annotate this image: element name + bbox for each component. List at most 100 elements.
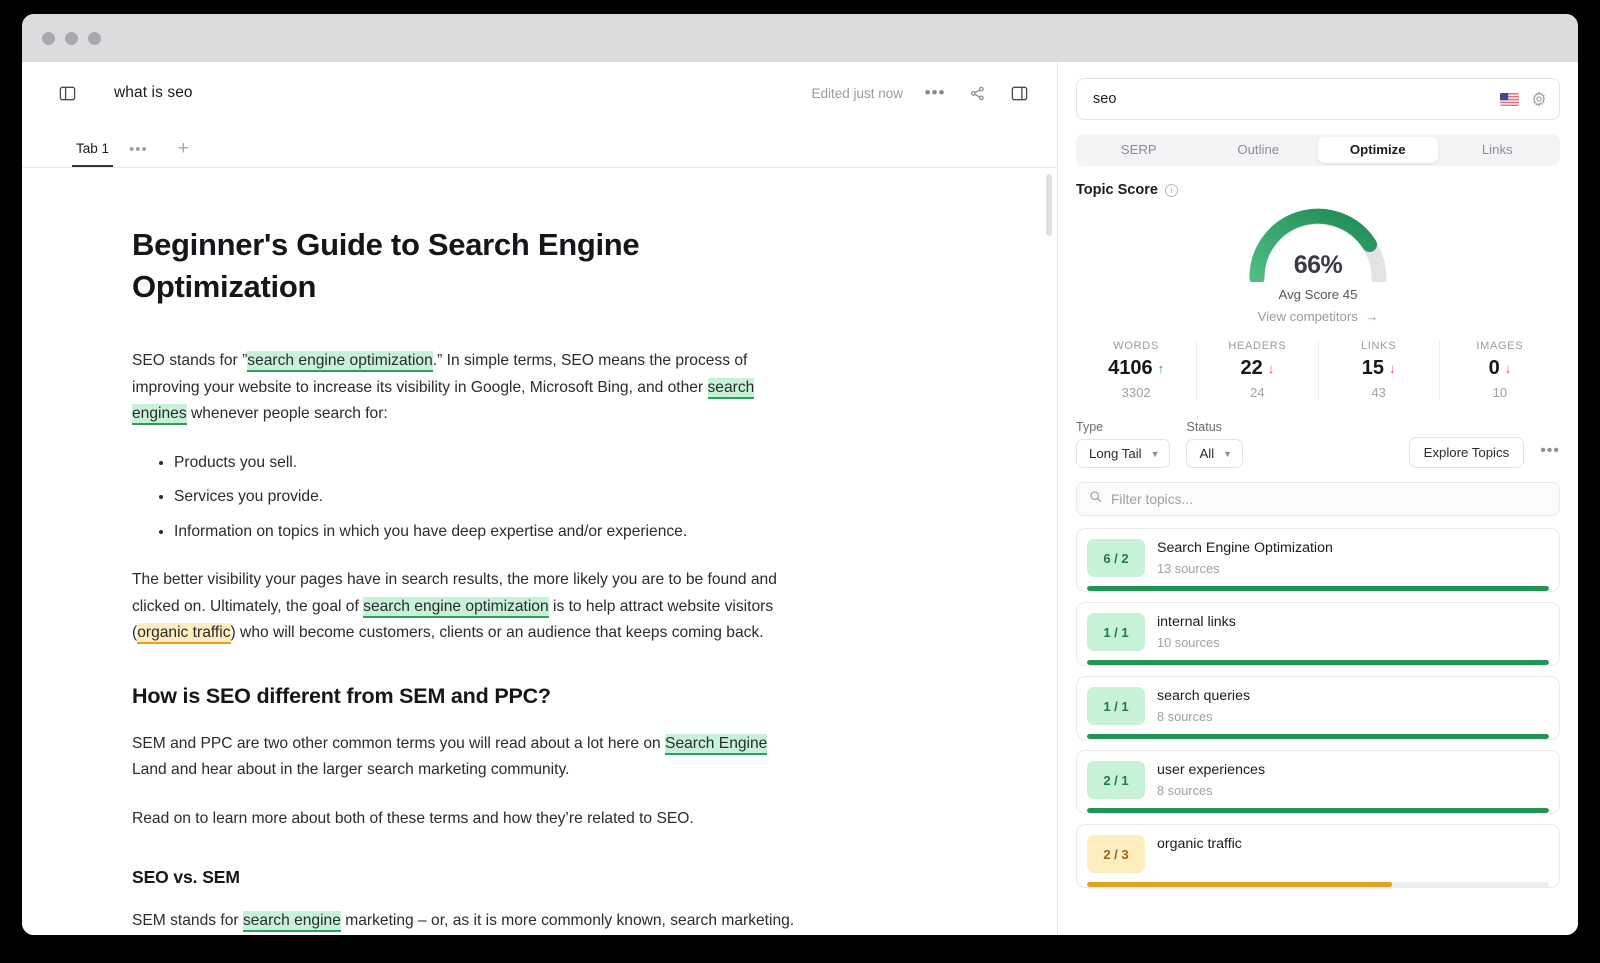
topic-progress-fill [1087,586,1549,591]
gear-icon[interactable] [1531,91,1547,107]
topic-usage-badge: 2 / 1 [1087,761,1145,799]
share-icon[interactable] [967,83,987,103]
window-close-button[interactable] [42,32,55,45]
topic-progress-track [1087,660,1549,665]
topics-more-icon[interactable]: ••• [1540,442,1560,468]
topic-row[interactable]: 2 / 3 organic traffic [1076,824,1560,888]
status-filter-group: Status All ▼ [1186,420,1243,468]
highlight-search-engine-2[interactable]: search engine [243,911,341,932]
topic-row-top: 2 / 3 organic traffic [1087,835,1549,873]
view-competitors-label: View competitors [1258,309,1358,324]
list-item: Services you provide. [174,484,802,511]
list-item: Information on topics in which you have … [174,519,802,546]
metric-label: IMAGES [1444,340,1556,352]
tab-more-icon[interactable]: ••• [113,145,158,167]
document-paragraph-2: The better visibility your pages have in… [132,567,802,647]
topic-progress-fill [1087,808,1549,813]
type-filter-group: Type Long Tail ▼ [1076,420,1170,468]
topic-usage-badge: 1 / 1 [1087,687,1145,725]
metric-label: HEADERS [1201,340,1313,352]
keyword-search-bar[interactable]: seo [1076,78,1560,120]
arrow-down-icon: ↓ [1389,361,1396,376]
document-scroll-area: Beginner's Guide to Search Engine Optimi… [22,168,1057,935]
content-metrics: WORDS 4106 ↑ 3302 HEADERS 22 ↓ 24 [1076,340,1560,400]
arrow-right-icon: → [1361,309,1378,324]
p2-text-c: ) who will become customers, clients or … [231,624,764,641]
metric-words: WORDS 4106 ↑ 3302 [1076,340,1197,400]
edited-status: Edited just now [811,86,903,101]
type-filter-value: Long Tail [1089,446,1142,461]
metric-value-row: 22 ↓ [1201,357,1313,380]
tab-1[interactable]: Tab 1 [72,141,113,167]
us-flag-icon[interactable] [1500,93,1519,106]
metric-value-row: 4106 ↑ [1080,357,1192,380]
topic-text: internal links 10 sources [1157,613,1236,650]
topic-row[interactable]: 1 / 1 internal links 10 sources [1076,602,1560,666]
topic-text: Search Engine Optimization 13 sources [1157,539,1333,576]
view-competitors-link[interactable]: View competitors → [1258,309,1379,324]
document-header-actions: Edited just now ••• [811,83,1029,103]
metric-label: LINKS [1323,340,1435,352]
keyword-input[interactable]: seo [1093,91,1488,107]
topic-name: internal links [1157,613,1236,632]
document-content[interactable]: Beginner's Guide to Search Engine Optimi… [22,224,922,935]
topic-sources: 8 sources [1157,709,1250,724]
topic-name: search queries [1157,687,1250,706]
metric-benchmark: 24 [1201,385,1313,400]
topic-score-gauge: 66% [1243,202,1393,282]
topic-score-header: Topic Score i [1076,182,1560,198]
tab-links[interactable]: Links [1438,137,1558,163]
topic-filters: Type Long Tail ▼ Status All ▼ Explore To… [1076,420,1560,468]
metric-value-row: 0 ↓ [1444,357,1556,380]
highlight-organic-traffic[interactable]: organic traffic [137,623,230,644]
type-filter-select[interactable]: Long Tail ▼ [1076,439,1170,468]
document-editor: what is seo Edited just now ••• [22,62,1058,935]
chevron-down-icon: ▼ [1223,449,1232,459]
optimize-panel: seo [1058,62,1578,935]
p5-text-a: SEM stands for [132,912,243,929]
tab-optimize[interactable]: Optimize [1318,137,1438,163]
metric-value: 22 [1241,357,1263,380]
topic-sources: 10 sources [1157,635,1236,650]
document-paragraph-1: SEO stands for ”search engine optimizati… [132,348,802,428]
p1-text-a: SEO stands for ” [132,352,247,369]
p3-text-a: SEM and PPC are two other common terms y… [132,735,665,752]
window-maximize-button[interactable] [88,32,101,45]
sidebar-toggle-icon[interactable] [56,82,78,104]
metric-benchmark: 10 [1444,385,1556,400]
panel-tabs: SERP Outline Optimize Links [1076,134,1560,166]
info-icon[interactable]: i [1165,184,1178,197]
window-minimize-button[interactable] [65,32,78,45]
document-scrollbar[interactable] [1046,174,1052,236]
filter-topics-placeholder: Filter topics... [1111,492,1193,507]
highlight-search-engine[interactable]: Search Engine [665,734,767,755]
topic-name: user experiences [1157,761,1265,780]
filter-topics-input[interactable]: Filter topics... [1076,482,1560,516]
highlight-search-engine-optimization[interactable]: search engine optimization [247,351,433,372]
highlight-search-engine-optimization-2[interactable]: search engine optimization [363,597,549,618]
tab-serp[interactable]: SERP [1079,137,1199,163]
topic-score-label: Topic Score [1076,182,1158,198]
document-heading-1: Beginner's Guide to Search Engine Optimi… [132,224,802,308]
topic-row[interactable]: 6 / 2 Search Engine Optimization 13 sour… [1076,528,1560,592]
topic-row[interactable]: 2 / 1 user experiences 8 sources [1076,750,1560,814]
right-panel-toggle-icon[interactable] [1009,83,1029,103]
plus-icon[interactable]: + [158,141,197,167]
status-filter-select[interactable]: All ▼ [1186,439,1243,468]
topic-row[interactable]: 1 / 1 search queries 8 sources [1076,676,1560,740]
topic-name: Search Engine Optimization [1157,539,1333,558]
p1-text-c: whenever people search for: [187,405,388,422]
document-heading-2: How is SEO different from SEM and PPC? [132,681,802,711]
type-filter-label: Type [1076,420,1170,434]
document-more-icon[interactable]: ••• [925,83,945,103]
arrow-down-icon: ↓ [1505,361,1512,376]
topic-text: user experiences 8 sources [1157,761,1265,798]
explore-topics-button[interactable]: Explore Topics [1409,437,1525,468]
document-paragraph-3: SEM and PPC are two other common terms y… [132,731,802,784]
tab-outline[interactable]: Outline [1199,137,1319,163]
metric-benchmark: 43 [1323,385,1435,400]
page-title[interactable]: what is seo [114,84,193,102]
topic-text: search queries 8 sources [1157,687,1250,724]
document-paragraph-4: Read on to learn more about both of thes… [132,806,802,833]
topic-score-gauge-wrap: 66% Avg Score 45 View competitors → [1076,202,1560,324]
